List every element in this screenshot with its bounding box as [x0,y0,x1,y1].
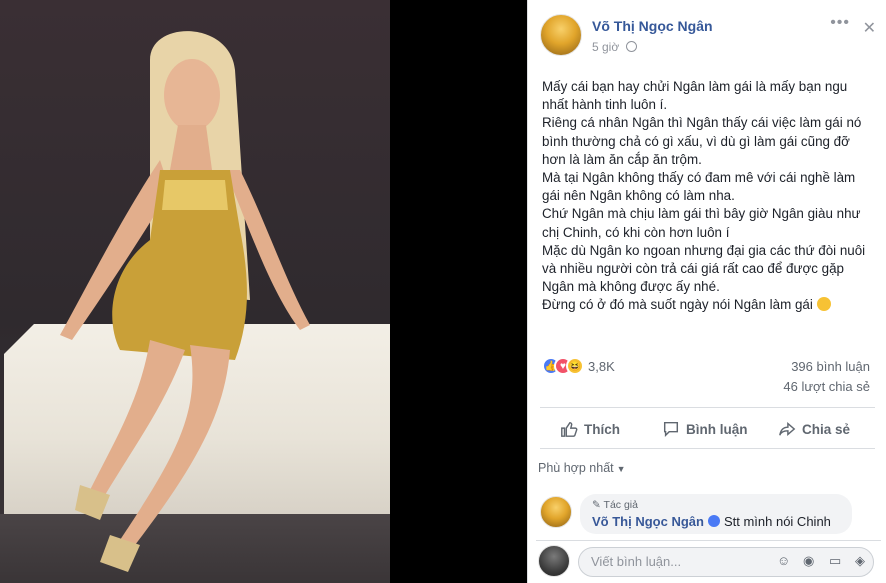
comment-composer: Viết bình luận... ☺ ◉ ▭ ◈ [536,540,881,580]
top-comment: ✎ Tác giả Võ Thị Ngọc Ngân Stt mình nói C… [540,494,880,536]
comment-button[interactable]: Bình luận [662,420,748,438]
close-icon[interactable]: ✕ [863,18,876,38]
composer-tools: ☺ ◉ ▭ ◈ [777,553,871,569]
comment-icon [663,421,679,438]
haha-reaction-icon: 😆 [566,357,584,375]
model-figure [60,31,310,572]
post-detail-panel: Võ Thị Ngọc Ngân 5 giờ ••• ✕ Mấy cái bạn… [527,0,886,583]
current-user-avatar[interactable] [538,545,570,577]
post-header: Võ Thị Ngọc Ngân 5 giờ ••• ✕ [540,14,880,58]
gif-icon[interactable]: ▭ [829,553,845,569]
author-badge-label: Tác giả [603,499,638,511]
post-paragraph: Mấy cái bạn hay chửi Ngân làm gái là mấy… [542,79,848,113]
post-meta: 5 giờ [592,40,637,54]
comment-text: Stt mình nói Chinh [723,514,831,529]
smile-emoji-icon [816,297,831,312]
post-paragraph: Mà tại Ngân không thấy có đam mê với cái… [542,170,856,204]
commenter-avatar[interactable] [540,496,572,528]
sort-label: Phù hợp nhất [538,461,614,475]
post-actions: Thích Bình luận Chia sẻ [540,407,875,449]
commenter-name[interactable]: Võ Thị Ngọc Ngân [592,514,704,529]
emoji-icon[interactable]: ☺ [777,553,793,569]
globe-icon [625,41,637,52]
shares-count[interactable]: 46 lượt chia sẻ [783,379,870,394]
post-paragraph: Riêng cá nhân Ngân thì Ngân thấy cái việ… [542,115,862,167]
author-name[interactable]: Võ Thị Ngọc Ngân [592,18,713,34]
post-paragraph: Mặc dù Ngân ko ngoan nhưng đại gia các t… [542,242,866,295]
camera-icon[interactable]: ◉ [803,553,819,569]
share-icon [779,422,796,436]
photo-viewer [0,0,527,583]
post-body: Mấy cái bạn hay chửi Ngân làm gái là mấy… [542,78,872,315]
more-options-button[interactable]: ••• [830,14,850,32]
author-badge: ✎ Tác giả [592,499,638,511]
comment-sort-dropdown[interactable]: Phù hợp nhất ▼ [538,461,626,475]
post-paragraph: Đừng có ở đó mà suốt ngày nói Ngân làm g… [542,296,872,314]
post-time[interactable]: 5 giờ [592,40,619,54]
reactions-count[interactable]: 3,8K [588,359,615,374]
comment-input-placeholder: Viết bình luận... [591,554,682,569]
comments-count[interactable]: 396 bình luận [791,359,870,374]
comment-bubble: ✎ Tác giả Võ Thị Ngọc Ngân Stt mình nói C… [580,494,852,534]
like-label: Thích [584,421,620,437]
like-button[interactable]: Thích [560,420,620,438]
like-icon [561,421,578,437]
post-photo[interactable] [0,0,390,583]
post-last-line: Đừng có ở đó mà suốt ngày nói Ngân làm g… [542,297,813,313]
share-label: Chia sẻ [802,421,851,437]
author-avatar[interactable] [540,14,582,56]
post-paragraph: Chứ Ngân mà chịu làm gái thì bây giờ Ngâ… [542,206,861,240]
verified-icon [707,515,720,527]
comment-line: Võ Thị Ngọc Ngân Stt mình nói Chinh [592,514,831,529]
sticker-icon[interactable]: ◈ [855,553,871,569]
comment-label: Bình luận [686,421,748,437]
chevron-down-icon: ▼ [616,464,626,474]
share-button[interactable]: Chia sẻ [778,420,850,438]
